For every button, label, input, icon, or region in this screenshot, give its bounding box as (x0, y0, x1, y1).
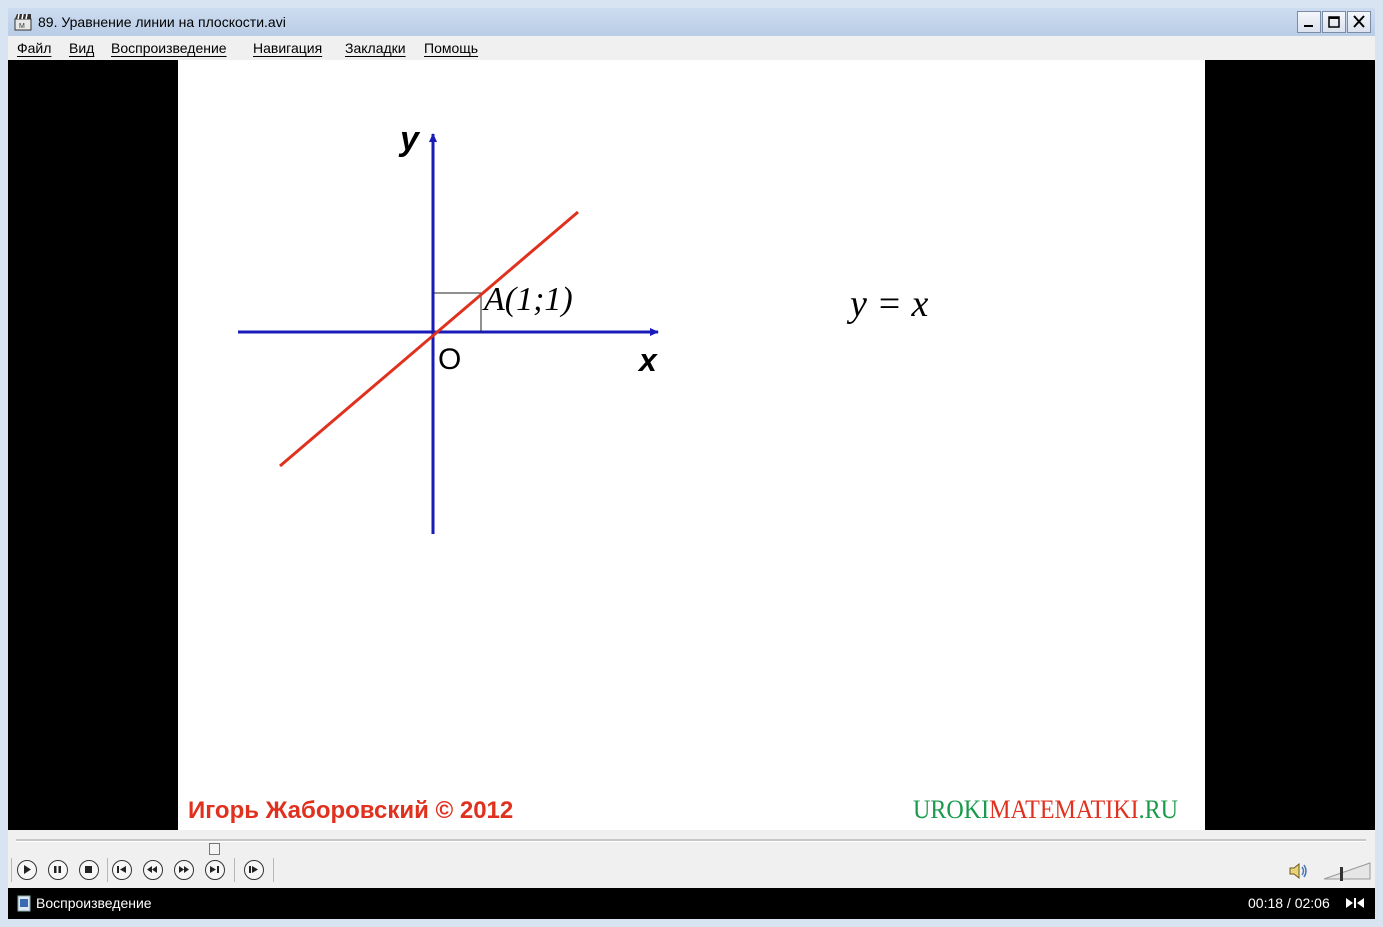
toolbar-separator (273, 858, 274, 882)
media-player-window: M 89. Уравнение линии на плоскости.avi Ф… (0, 0, 1383, 927)
toolbar-separator (11, 858, 12, 882)
fast-forward-button[interactable] (174, 860, 194, 880)
fast-forward-icon (179, 866, 189, 873)
axis-y-label: y (398, 120, 421, 158)
clapperboard-icon: M (14, 13, 32, 31)
time-display: 00:18 / 02:06 (1248, 895, 1330, 911)
speaker-icon[interactable] (1288, 861, 1310, 886)
origin-label: O (438, 343, 461, 376)
play-icon (24, 865, 31, 874)
seek-thumb[interactable] (209, 843, 220, 855)
pause-button[interactable] (48, 860, 68, 880)
svg-text:M: M (19, 23, 25, 30)
equation-label: y = x (846, 283, 929, 325)
menu-navigation[interactable]: Навигация (253, 40, 322, 56)
close-button[interactable] (1347, 11, 1371, 33)
site-part2: MATEMATIKI (989, 795, 1139, 824)
menu-playback[interactable]: Воспроизведение (111, 40, 227, 56)
axis-x-label: x (637, 342, 658, 378)
video-frame: y x O A(1;1) y = x Игорь Жаборовский © 2… (178, 60, 1205, 830)
menu-help[interactable]: Помощь (424, 40, 478, 56)
frame-step-icon (249, 866, 258, 873)
skip-forward-button[interactable] (205, 860, 225, 880)
rewind-button[interactable] (143, 860, 163, 880)
video-area[interactable]: y x O A(1;1) y = x Игорь Жаборовский © 2… (8, 60, 1375, 830)
window-title: 89. Уравнение линии на плоскости.avi (38, 14, 286, 30)
stop-button[interactable] (79, 860, 99, 880)
toolbar-separator (234, 858, 235, 882)
point-a-label: A(1;1) (482, 281, 573, 318)
volume-slider[interactable] (1322, 860, 1372, 887)
maximize-button[interactable] (1322, 11, 1346, 33)
skip-back-icon (117, 866, 126, 873)
status-bar: Воспроизведение 00:18 / 02:06 (8, 888, 1375, 919)
pause-icon (54, 866, 61, 873)
minimize-button[interactable] (1297, 11, 1321, 33)
close-icon (1353, 15, 1365, 28)
play-button[interactable] (17, 860, 37, 880)
title-bar[interactable]: M 89. Уравнение линии на плоскости.avi (8, 8, 1375, 36)
media-file-icon (17, 895, 31, 917)
stereo-icon (1344, 895, 1366, 916)
author-watermark: Игорь Жаборовский © 2012 (188, 797, 513, 824)
skip-forward-icon (210, 866, 219, 873)
seek-bar[interactable] (16, 839, 1366, 855)
site-part1: UROKI (913, 795, 989, 824)
site-part3: .RU (1139, 795, 1179, 824)
toolbar-separator (107, 858, 108, 882)
menu-bar: Файл Вид Воспроизведение Навигация Закла… (8, 36, 1375, 60)
line-y-equals-x (279, 210, 579, 468)
playback-status: Воспроизведение (36, 895, 152, 911)
menu-bookmarks[interactable]: Закладки (345, 40, 406, 56)
menu-file[interactable]: Файл (17, 40, 51, 56)
maximize-icon (1328, 16, 1340, 28)
frame-step-button[interactable] (244, 860, 264, 880)
math-slide: y x O A(1;1) y = x Игорь Жаборовский © 2… (188, 120, 1178, 824)
skip-back-button[interactable] (112, 860, 132, 880)
rewind-icon (147, 866, 157, 873)
menu-view[interactable]: Вид (69, 40, 94, 56)
site-watermark: UROKIMATEMATIKI.RU (913, 795, 1178, 824)
playback-controls (8, 830, 1375, 888)
stop-icon (85, 866, 92, 873)
minimize-icon (1304, 25, 1313, 27)
